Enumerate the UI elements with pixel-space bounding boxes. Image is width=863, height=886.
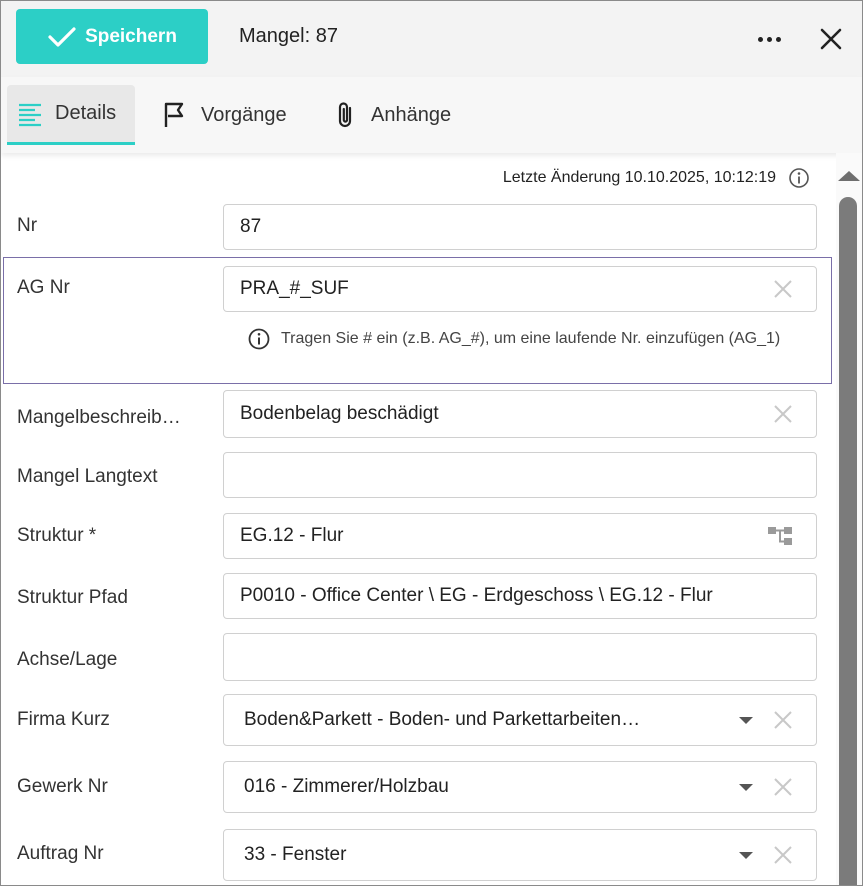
struktur-field[interactable]: EG.12 - Flur	[223, 513, 817, 559]
label-gewerk-nr: Gewerk Nr	[17, 776, 108, 797]
page-title: Mangel: 87	[239, 25, 338, 47]
info-icon	[248, 328, 270, 350]
chevron-down-icon[interactable]	[738, 850, 754, 860]
auftrag-nr-select[interactable]: 33 - Fenster	[223, 829, 817, 881]
nr-value: 87	[240, 216, 262, 237]
struktur-value: EG.12 - Flur	[240, 525, 344, 546]
gewerk-nr-select[interactable]: 016 - Zimmerer/Holzbau	[223, 761, 817, 813]
tab-details-label: Details	[55, 102, 117, 124]
last-change-text: Letzte Änderung 10.10.2025, 10:12:19	[502, 169, 776, 186]
chevron-down-icon[interactable]	[738, 782, 754, 792]
clear-icon[interactable]	[772, 776, 794, 798]
save-button-label: Speichern	[85, 25, 177, 47]
ag-nr-value: PRA_#_SUF	[240, 278, 349, 299]
paperclip-icon	[338, 102, 352, 128]
check-icon	[48, 26, 76, 47]
mangelbeschreibung-field[interactable]: Bodenbelag beschädigt	[223, 390, 817, 438]
tab-bar: Details Vorgänge Anhänge	[1, 77, 862, 153]
tab-vorgaenge[interactable]: Vorgänge	[161, 85, 287, 145]
auftrag-nr-value: 33 - Fenster	[244, 844, 347, 865]
last-change-info: Letzte Änderung 10.10.2025, 10:12:19	[503, 167, 810, 189]
chevron-down-icon[interactable]	[738, 715, 754, 725]
ag-nr-hint: Tragen Sie # ein (z.B. AG_#), um eine la…	[247, 325, 822, 353]
firma-kurz-select[interactable]: Boden&Parkett - Boden- und Parkettarbeit…	[223, 694, 817, 746]
tab-details[interactable]: Details	[7, 85, 135, 145]
clear-icon[interactable]	[772, 403, 794, 425]
label-struktur: Struktur *	[17, 525, 97, 546]
clear-icon[interactable]	[772, 709, 794, 731]
label-mangel-langtext: Mangel Langtext	[17, 466, 158, 487]
label-struktur-pfad: Struktur Pfad	[17, 587, 128, 608]
label-achse-lage: Achse/Lage	[17, 649, 118, 670]
clear-icon[interactable]	[772, 278, 794, 300]
mangel-langtext-field[interactable]	[223, 452, 817, 498]
ag-nr-hint-text: Tragen Sie # ein (z.B. AG_#), um eine la…	[281, 330, 781, 347]
label-mangelbeschreibung: Mangelbeschreib…	[17, 407, 181, 428]
vertical-scrollbar[interactable]	[836, 153, 862, 885]
ag-nr-field[interactable]: PRA_#_SUF	[223, 266, 817, 312]
save-button[interactable]: Speichern	[16, 9, 208, 64]
close-icon[interactable]	[817, 25, 845, 53]
header-bar: Speichern Mangel: 87	[1, 1, 862, 77]
tab-anhaenge[interactable]: Anhänge	[331, 85, 451, 145]
nr-field[interactable]: 87	[223, 204, 817, 250]
tab-anhaenge-label: Anhänge	[371, 103, 452, 126]
firma-kurz-value: Boden&Parkett - Boden- und Parkettarbeit…	[244, 709, 641, 730]
mangelbeschreibung-value: Bodenbelag beschädigt	[240, 403, 439, 424]
label-nr: Nr	[17, 215, 38, 236]
tree-structure-icon[interactable]	[766, 524, 794, 548]
details-form: Letzte Änderung 10.10.2025, 10:12:19 Nr …	[1, 153, 836, 885]
clear-icon[interactable]	[772, 844, 794, 866]
label-ag-nr: AG Nr	[17, 277, 70, 298]
struktur-pfad-value: P0010 - Office Center \ EG - Erdgeschoss…	[240, 585, 713, 606]
scroll-thumb[interactable]	[839, 197, 857, 885]
flag-icon	[164, 102, 184, 127]
label-firma-kurz: Firma Kurz	[17, 709, 110, 730]
dialog-window: Speichern Mangel: 87 Details Vorgänge An…	[0, 0, 863, 886]
achse-lage-field[interactable]	[223, 633, 817, 681]
label-auftrag-nr: Auftrag Nr	[17, 843, 104, 864]
info-icon[interactable]	[788, 167, 810, 189]
struktur-pfad-field[interactable]: P0010 - Office Center \ EG - Erdgeschoss…	[223, 573, 817, 619]
scroll-up-arrow-icon[interactable]	[838, 171, 860, 181]
gewerk-nr-value: 016 - Zimmerer/Holzbau	[244, 776, 449, 797]
lines-icon	[19, 103, 41, 126]
tab-vorgaenge-label: Vorgänge	[201, 103, 287, 126]
more-options-icon[interactable]	[754, 27, 784, 51]
